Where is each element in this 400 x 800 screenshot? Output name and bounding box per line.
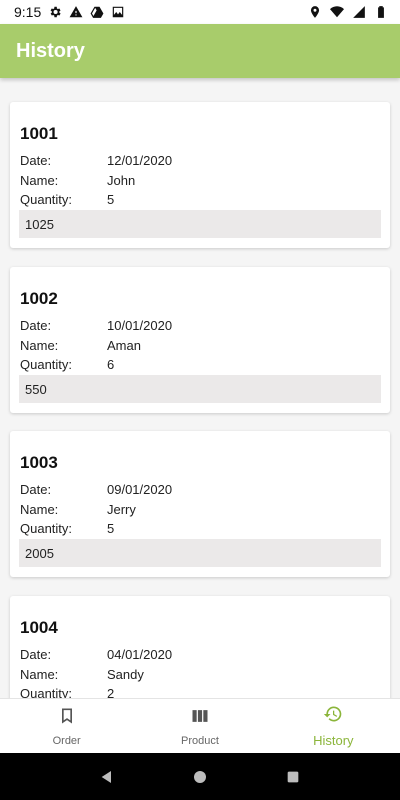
history-icon xyxy=(323,704,343,729)
quantity-label: Quantity: xyxy=(20,357,73,372)
order-card[interactable]: 1002 Date: 10/01/2020 Name: Aman Quantit… xyxy=(10,267,390,413)
status-bar: 9:15 xyxy=(0,0,400,24)
order-card[interactable]: 1001 Date: 12/01/2020 Name: John Quantit… xyxy=(10,102,390,248)
order-date: 12/01/2020 xyxy=(107,153,173,168)
quantity-label: Quantity: xyxy=(20,686,73,698)
recents-icon[interactable] xyxy=(283,767,303,787)
wifi-icon xyxy=(330,5,344,19)
order-quantity: 5 xyxy=(107,521,115,536)
order-name: Aman xyxy=(107,338,141,353)
order-date: 09/01/2020 xyxy=(107,482,173,497)
quantity-label: Quantity: xyxy=(20,521,73,536)
order-id: 1003 xyxy=(20,453,58,472)
name-label: Name: xyxy=(20,173,59,188)
battery-icon xyxy=(374,5,388,19)
order-name: Jerry xyxy=(107,502,136,517)
system-nav-bar xyxy=(0,753,400,800)
date-label: Date: xyxy=(20,153,52,168)
nav-order[interactable]: Order xyxy=(0,699,133,753)
location-icon xyxy=(308,5,322,19)
order-date: 10/01/2020 xyxy=(107,318,173,333)
order-total: 1025 xyxy=(19,210,381,238)
signal-icon xyxy=(352,5,366,19)
order-total: 2005 xyxy=(19,539,381,567)
date-label: Date: xyxy=(20,318,52,333)
nav-history[interactable]: History xyxy=(267,699,400,753)
date-label: Date: xyxy=(20,482,52,497)
history-list[interactable]: 1001 Date: 12/01/2020 Name: John Quantit… xyxy=(0,78,400,698)
order-name: Sandy xyxy=(107,667,144,682)
order-quantity: 5 xyxy=(107,192,115,207)
order-id: 1004 xyxy=(20,618,58,637)
order-total: 550 xyxy=(19,375,381,403)
app-bar: History xyxy=(0,24,400,78)
name-label: Name: xyxy=(20,667,59,682)
drive-icon xyxy=(90,5,104,19)
order-id: 1001 xyxy=(20,124,58,143)
back-icon[interactable] xyxy=(97,767,117,787)
order-date: 04/01/2020 xyxy=(107,647,173,662)
quantity-label: Quantity: xyxy=(20,192,73,207)
order-card[interactable]: 1004 Date: 04/01/2020 Name: Sandy Quanti… xyxy=(10,596,390,698)
name-label: Name: xyxy=(20,338,59,353)
nav-history-label: History xyxy=(313,733,354,748)
columns-icon xyxy=(190,706,210,731)
date-label: Date: xyxy=(20,647,52,662)
photo-icon xyxy=(111,5,125,19)
bookmark-icon xyxy=(57,706,77,731)
home-icon[interactable] xyxy=(190,767,210,787)
bottom-nav: Order Product History xyxy=(0,698,400,753)
order-quantity: 6 xyxy=(107,357,115,372)
order-quantity: 2 xyxy=(107,686,115,698)
name-label: Name: xyxy=(20,502,59,517)
nav-product-label: Product xyxy=(181,734,219,747)
status-time: 9:15 xyxy=(14,4,42,20)
order-card[interactable]: 1003 Date: 09/01/2020 Name: Jerry Quanti… xyxy=(10,431,390,577)
order-name: John xyxy=(107,173,136,188)
nav-order-label: Order xyxy=(52,734,81,747)
page-title: History xyxy=(16,39,85,62)
order-id: 1002 xyxy=(20,289,58,308)
gear-icon xyxy=(48,5,62,19)
nav-product[interactable]: Product xyxy=(133,699,266,753)
warning-icon xyxy=(69,5,83,19)
